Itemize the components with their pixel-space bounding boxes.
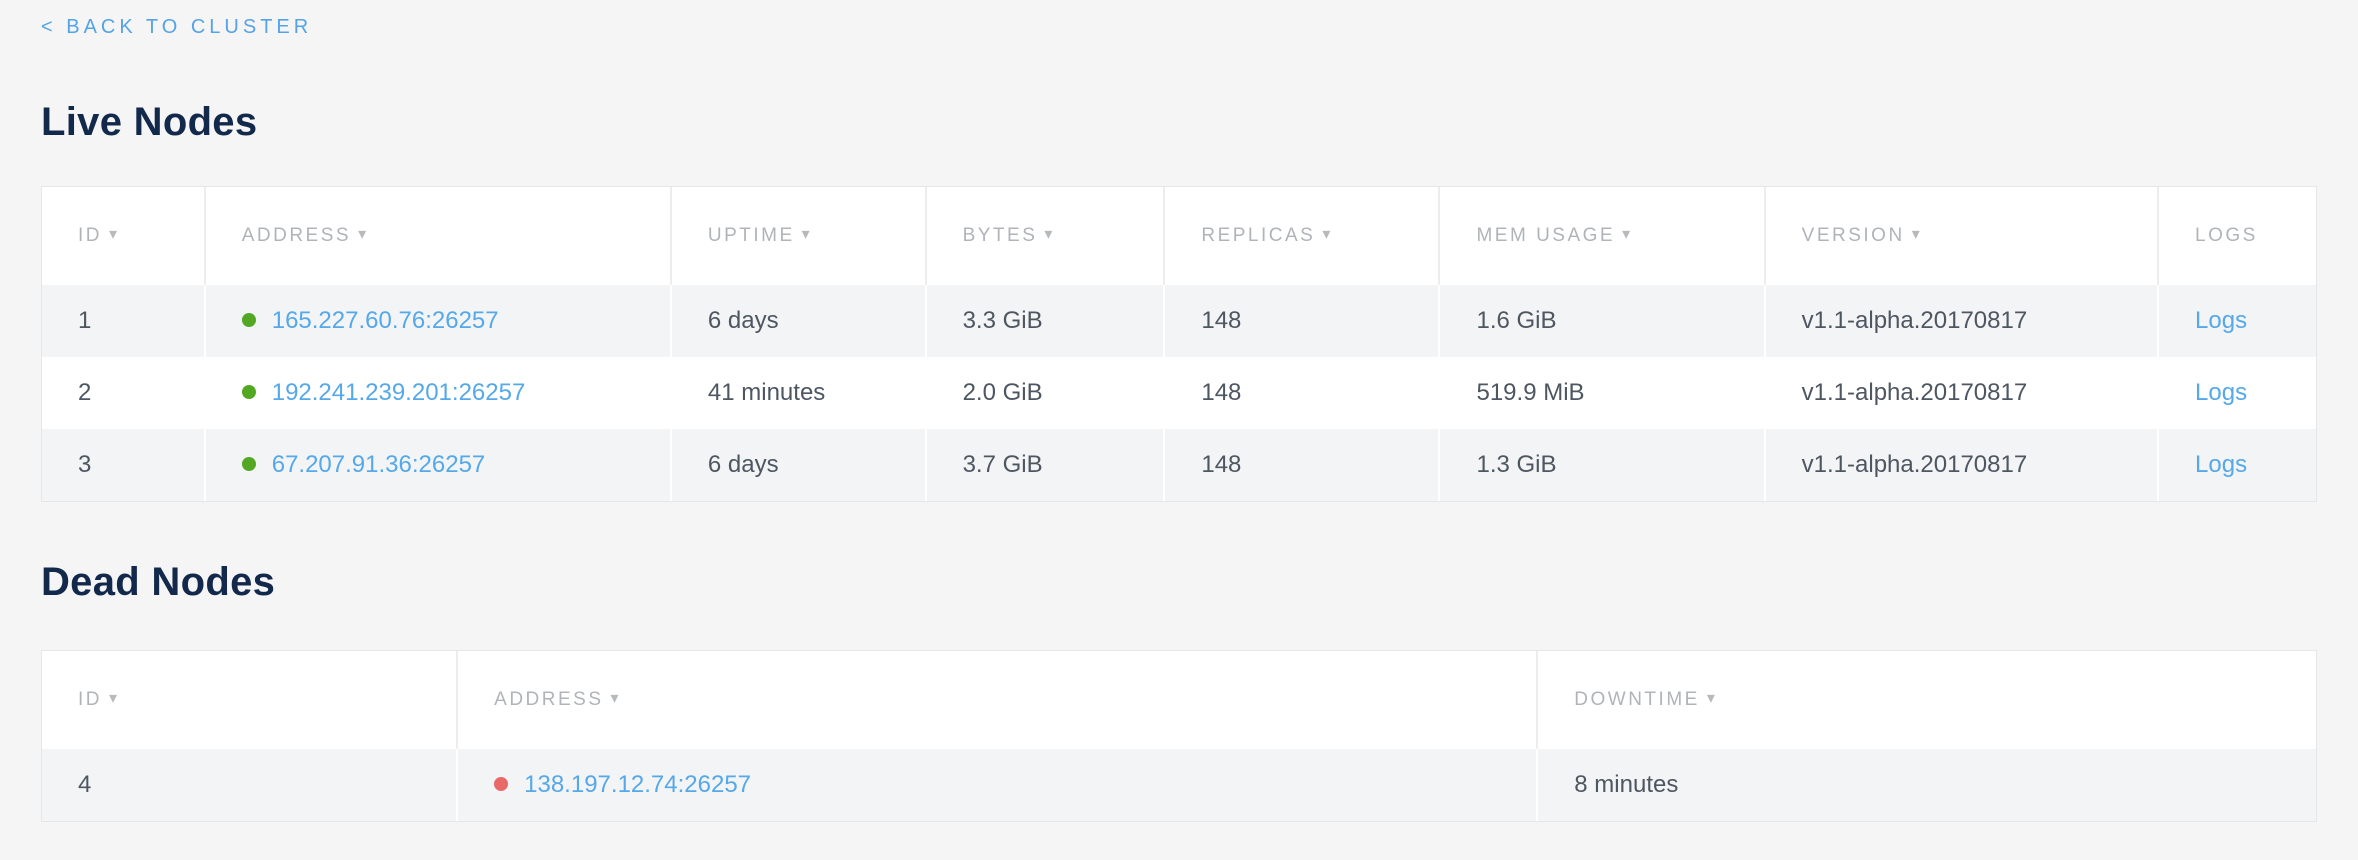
node-mem-usage-cell: 1.3 GiB	[1440, 429, 1765, 501]
node-address-link[interactable]: 67.207.91.36:26257	[272, 451, 486, 478]
column-header-id[interactable]: ID	[42, 651, 458, 749]
node-version-cell: v1.1-alpha.20170817	[1766, 357, 2159, 429]
sort-arrow-icon	[102, 689, 117, 710]
sort-arrow-icon	[351, 225, 366, 246]
column-header-label: BYTES	[963, 225, 1038, 246]
column-header-label: REPLICAS	[1201, 225, 1315, 246]
dead-nodes-table: ID ADDRESS DOWNTIME 4 138.197.12.74:2625…	[41, 650, 2317, 822]
table-row: 1 165.227.60.76:26257 6 days 3.3 GiB 148…	[42, 285, 2316, 357]
column-header-label: ADDRESS	[242, 225, 351, 246]
live-nodes-title: Live Nodes	[41, 98, 2317, 146]
live-status-icon	[242, 313, 256, 327]
node-version-cell: v1.1-alpha.20170817	[1766, 429, 2159, 501]
node-address-cell: 67.207.91.36:26257	[206, 429, 672, 501]
node-version-cell: v1.1-alpha.20170817	[1766, 285, 2159, 357]
node-replicas-cell: 148	[1165, 429, 1440, 501]
column-header-id[interactable]: ID	[42, 187, 206, 285]
node-address-cell: 192.241.239.201:26257	[206, 357, 672, 429]
node-address-link[interactable]: 165.227.60.76:26257	[272, 307, 499, 334]
node-uptime-cell: 6 days	[672, 285, 927, 357]
node-id-cell: 3	[42, 429, 206, 501]
logs-link[interactable]: Logs	[2195, 451, 2247, 478]
column-header-address[interactable]: ADDRESS	[206, 187, 672, 285]
node-replicas-cell: 148	[1165, 285, 1440, 357]
node-address-link[interactable]: 192.241.239.201:26257	[272, 379, 526, 406]
node-mem-usage-cell: 1.6 GiB	[1440, 285, 1765, 357]
column-header-label: LOGS	[2195, 225, 2258, 246]
sort-arrow-icon	[1037, 225, 1052, 246]
back-to-cluster-link[interactable]: < BACK TO CLUSTER	[41, 14, 312, 40]
column-header-uptime[interactable]: UPTIME	[672, 187, 927, 285]
node-uptime-cell: 41 minutes	[672, 357, 927, 429]
node-logs-cell: Logs	[2159, 429, 2316, 501]
node-id-cell: 1	[42, 285, 206, 357]
sort-arrow-icon	[795, 225, 810, 246]
column-header-version[interactable]: VERSION	[1766, 187, 2159, 285]
node-replicas-cell: 148	[1165, 357, 1440, 429]
node-id-cell: 4	[42, 749, 458, 821]
column-header-address[interactable]: ADDRESS	[458, 651, 1538, 749]
node-address-link[interactable]: 138.197.12.74:26257	[524, 771, 751, 798]
node-mem-usage-cell: 519.9 MiB	[1440, 357, 1765, 429]
sort-arrow-icon	[1315, 225, 1330, 246]
column-header-downtime[interactable]: DOWNTIME	[1538, 651, 2316, 749]
column-header-bytes[interactable]: BYTES	[927, 187, 1166, 285]
dead-status-icon	[494, 777, 508, 791]
node-id-cell: 2	[42, 357, 206, 429]
node-bytes-cell: 3.7 GiB	[927, 429, 1166, 501]
node-logs-cell: Logs	[2159, 285, 2316, 357]
column-header-label: ID	[78, 225, 102, 246]
dead-nodes-title: Dead Nodes	[41, 558, 2317, 606]
sort-arrow-icon	[604, 689, 619, 710]
table-row: 3 67.207.91.36:26257 6 days 3.7 GiB 148 …	[42, 429, 2316, 501]
nodes-page: < BACK TO CLUSTER Live Nodes ID ADDRESS …	[0, 0, 2358, 860]
logs-link[interactable]: Logs	[2195, 307, 2247, 334]
column-header-label: VERSION	[1802, 225, 1905, 246]
node-bytes-cell: 3.3 GiB	[927, 285, 1166, 357]
live-status-icon	[242, 385, 256, 399]
table-row: 4 138.197.12.74:26257 8 minutes	[42, 749, 2316, 821]
sort-arrow-icon	[1905, 225, 1920, 246]
node-bytes-cell: 2.0 GiB	[927, 357, 1166, 429]
table-row: 2 192.241.239.201:26257 41 minutes 2.0 G…	[42, 357, 2316, 429]
sort-arrow-icon	[1615, 225, 1630, 246]
live-status-icon	[242, 457, 256, 471]
column-header-label: UPTIME	[708, 225, 795, 246]
node-downtime-cell: 8 minutes	[1538, 749, 2316, 821]
column-header-label: DOWNTIME	[1574, 689, 1700, 710]
node-address-cell: 165.227.60.76:26257	[206, 285, 672, 357]
column-header-logs: LOGS	[2159, 187, 2316, 285]
dead-nodes-header-row: ID ADDRESS DOWNTIME	[42, 651, 2316, 749]
column-header-replicas[interactable]: REPLICAS	[1165, 187, 1440, 285]
column-header-label: MEM USAGE	[1476, 225, 1615, 246]
sort-arrow-icon	[102, 225, 117, 246]
logs-link[interactable]: Logs	[2195, 379, 2247, 406]
column-header-label: ADDRESS	[494, 689, 603, 710]
column-header-mem-usage[interactable]: MEM USAGE	[1440, 187, 1765, 285]
sort-arrow-icon	[1700, 689, 1715, 710]
column-header-label: ID	[78, 689, 102, 710]
live-nodes-table: ID ADDRESS UPTIME BYTES REPLICAS MEM USA…	[41, 186, 2317, 502]
node-uptime-cell: 6 days	[672, 429, 927, 501]
node-address-cell: 138.197.12.74:26257	[458, 749, 1538, 821]
node-logs-cell: Logs	[2159, 357, 2316, 429]
live-nodes-header-row: ID ADDRESS UPTIME BYTES REPLICAS MEM USA…	[42, 187, 2316, 285]
